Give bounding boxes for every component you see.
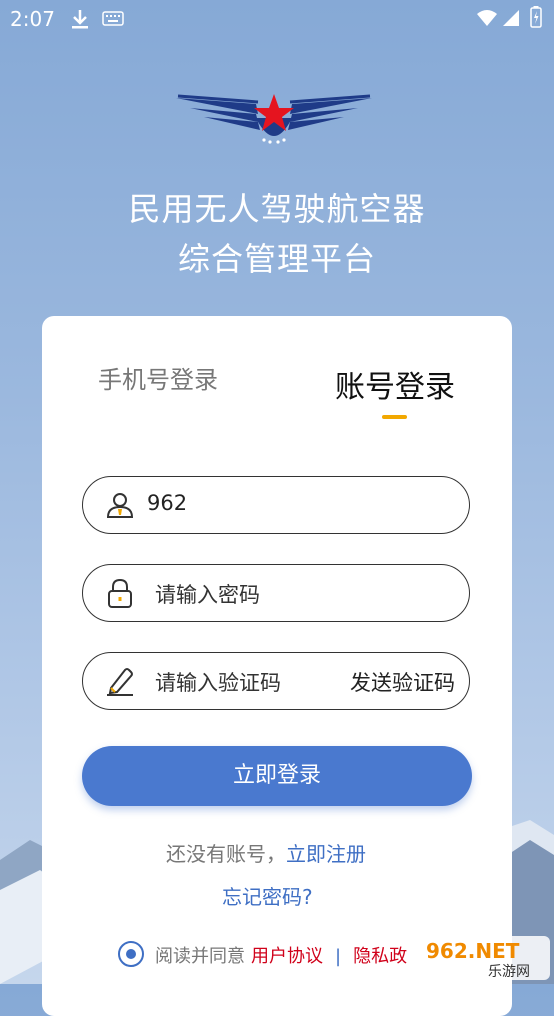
download-icon — [72, 10, 88, 29]
username-value: 962 — [147, 491, 188, 515]
register-row: 还没有账号，立即注册 — [166, 838, 366, 867]
active-tab-indicator — [382, 415, 407, 419]
app-title-line2: 综合管理平台 — [177, 240, 376, 278]
status-time: 2:07 — [10, 7, 55, 31]
user-icon — [106, 493, 134, 518]
pencil-icon — [107, 668, 133, 696]
no-account-text: 还没有账号， — [166, 842, 286, 866]
password-field[interactable]: 请输入密码 — [82, 564, 470, 622]
wifi-icon — [477, 10, 497, 26]
battery-icon — [530, 6, 542, 28]
status-bar: 2:07 — [0, 0, 554, 38]
aviation-emblem-logo — [176, 94, 372, 144]
site-watermark-logo: 962.NET 乐游网 — [420, 936, 550, 980]
send-code-button[interactable]: 发送验证码 — [350, 667, 455, 697]
tab-account-login[interactable]: 账号登录 — [335, 362, 455, 406]
agreement-separator: | — [335, 946, 342, 967]
svg-text:乐游网: 乐游网 — [488, 964, 530, 980]
privacy-policy-link[interactable]: 隐私政 — [353, 946, 407, 967]
username-field[interactable]: 962 — [82, 476, 470, 534]
code-placeholder: 请输入验证码 — [155, 671, 281, 695]
agree-prefix: 阅读并同意 — [155, 946, 245, 967]
register-link[interactable]: 立即注册 — [286, 842, 366, 866]
app-title-line1: 民用无人驾驶航空器 — [128, 190, 426, 228]
login-button[interactable]: 立即登录 — [82, 746, 472, 806]
tab-phone-login[interactable]: 手机号登录 — [98, 360, 218, 395]
verification-code-field[interactable]: 请输入验证码 发送验证码 — [82, 652, 470, 710]
user-agreement-link[interactable]: 用户协议 — [251, 946, 323, 967]
lock-icon — [108, 578, 132, 608]
radio-dot — [126, 949, 136, 959]
password-placeholder: 请输入密码 — [155, 583, 260, 607]
signal-icon — [503, 10, 519, 26]
forgot-password-link[interactable]: 忘记密码? — [222, 881, 313, 910]
keyboard-icon — [102, 11, 124, 26]
agree-radio[interactable] — [118, 941, 144, 967]
svg-text:962.NET: 962.NET — [426, 939, 520, 963]
